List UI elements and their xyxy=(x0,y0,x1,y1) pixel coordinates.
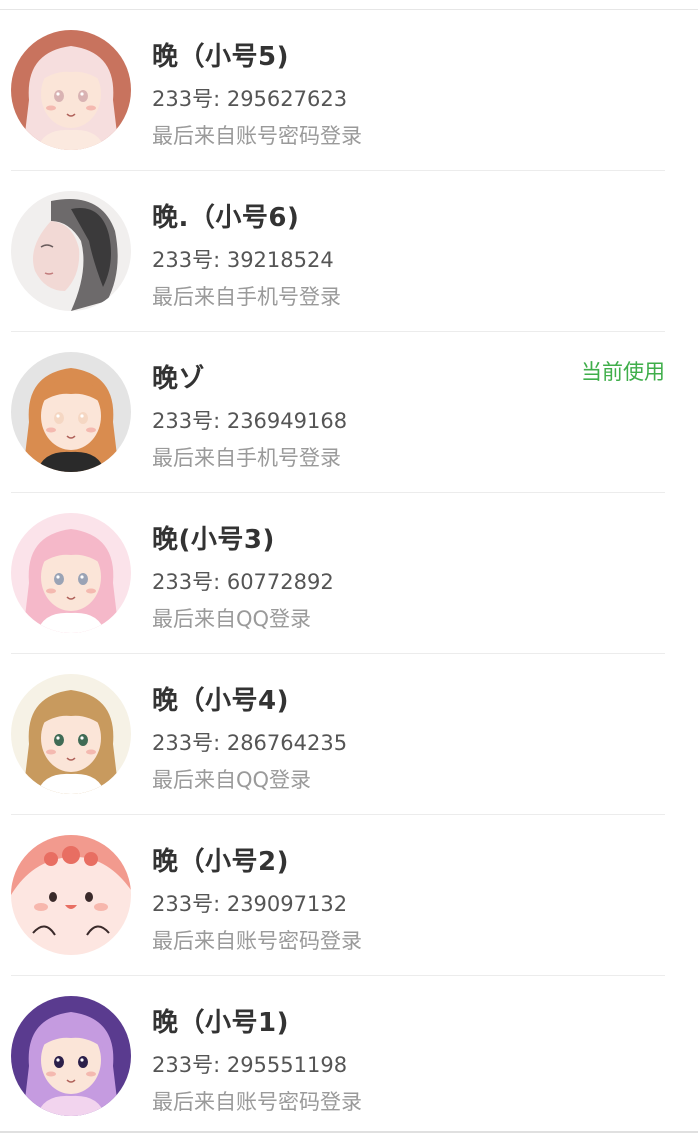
account-row-current[interactable]: 晚ゾ 当前使用 233号: 236949168 最后来自手机号登录 xyxy=(11,332,665,493)
anime-girl-avatar xyxy=(11,30,131,150)
account-row[interactable]: 晚(小号3) 233号: 60772892 最后来自QQ登录 xyxy=(11,493,665,654)
account-row[interactable]: 晚（小号1) 233号: 295551198 最后来自账号密码登录 xyxy=(11,976,665,1136)
account-row[interactable]: 晚.（小号6) 233号: 39218524 最后来自手机号登录 xyxy=(11,171,665,332)
anime-girl-avatar xyxy=(11,996,131,1116)
login-source: 最后来自手机号登录 xyxy=(152,285,341,309)
account-id: 233号: 239097132 xyxy=(152,892,348,916)
account-list: 晚（小号5) 233号: 295627623 最后来自账号密码登录 晚.（小号6… xyxy=(0,10,698,1136)
account-row[interactable]: 晚（小号2) 233号: 239097132 最后来自账号密码登录 xyxy=(11,815,665,976)
login-source: 最后来自账号密码登录 xyxy=(152,124,362,148)
cute-blob-avatar xyxy=(11,835,131,955)
account-row[interactable]: 晚（小号5) 233号: 295627623 最后来自账号密码登录 xyxy=(11,10,665,171)
account-nickname: 晚（小号5) xyxy=(152,42,289,72)
account-nickname: 晚.（小号6) xyxy=(152,203,300,233)
account-row[interactable]: 晚（小号4) 233号: 286764235 最后来自QQ登录 xyxy=(11,654,665,815)
sketch-girl-avatar xyxy=(11,191,131,311)
account-nickname: 晚（小号2) xyxy=(152,847,289,877)
account-nickname: 晚(小号3) xyxy=(152,525,275,555)
account-id: 233号: 236949168 xyxy=(152,409,348,433)
current-account-badge: 当前使用 xyxy=(581,360,665,384)
anime-girl-avatar xyxy=(11,513,131,633)
account-id: 233号: 39218524 xyxy=(152,248,334,272)
login-source: 最后来自QQ登录 xyxy=(152,607,312,631)
login-source: 最后来自账号密码登录 xyxy=(152,1090,362,1114)
account-nickname: 晚（小号4) xyxy=(152,686,289,716)
login-source: 最后来自手机号登录 xyxy=(152,446,341,470)
anime-girl-avatar xyxy=(11,352,131,472)
account-id: 233号: 295551198 xyxy=(152,1053,348,1077)
login-source: 最后来自账号密码登录 xyxy=(152,929,362,953)
anime-girl-avatar xyxy=(11,674,131,794)
login-source: 最后来自QQ登录 xyxy=(152,768,312,792)
account-id: 233号: 295627623 xyxy=(152,87,348,111)
account-id: 233号: 286764235 xyxy=(152,731,348,755)
account-id: 233号: 60772892 xyxy=(152,570,334,594)
account-nickname: 晚ゾ xyxy=(152,364,206,394)
account-nickname: 晚（小号1) xyxy=(152,1008,289,1038)
